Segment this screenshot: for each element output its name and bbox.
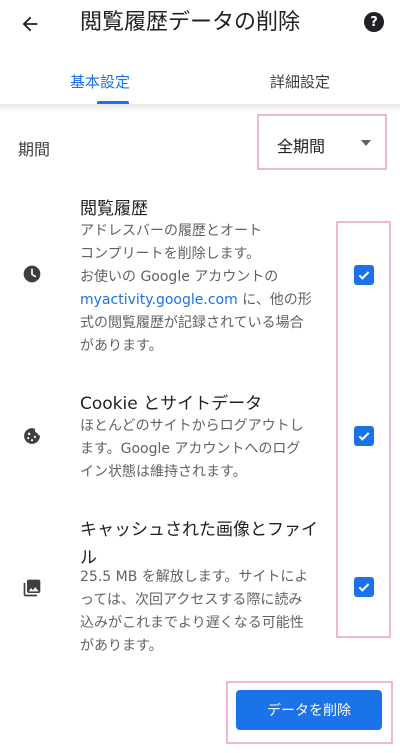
desc-line: 25.5 MB を解放します。サイトによ [80,569,309,585]
desc-line: があります。 [80,638,163,654]
cache-description: 25.5 MB を解放します。サイトによ っては、次回アクセスする際に読み 込み… [80,566,332,658]
back-button[interactable] [16,10,44,38]
desc-line: お使いの Google アカウントの [80,269,279,285]
cookie-icon [22,426,42,446]
desc-line: ます。Google アカウントへのログ [80,441,301,457]
cookies-description: ほとんどのサイトからログアウトし ます。Google アカウントへのログ イン状… [80,415,332,484]
cache-title-line: キャッシュされた画像とファイ [80,520,318,540]
checkbox-highlight-frame [336,221,391,638]
tab-advanced-label: 詳細設定 [269,72,330,91]
desc-line: イン状態は維持されます。 [80,464,247,480]
app-bar: 閲覧履歴データの削除 ? [0,0,400,46]
clock-icon [22,264,42,284]
tab-basic[interactable]: 基本設定 [0,58,200,104]
tab-bar-shadow [0,104,400,112]
desc-line: コンプリートを削除します。 [80,246,261,262]
tab-advanced[interactable]: 詳細設定 [200,58,400,104]
desc-line: っては、次回アクセスする際に読み [80,592,303,608]
tab-bar: 基本設定 詳細設定 [0,58,400,104]
desc-line: 式の閲覧履歴が記録されている場合 [80,315,304,331]
page-title: 閲覧履歴データの削除 [80,10,301,35]
clear-data-button[interactable]: データを削除 [236,690,382,730]
desc-line: ほとんどのサイトからログアウトし [80,418,304,434]
desc-line: 込みがこれまでより遅くなる可能性 [80,615,304,631]
browsing-history-title: 閲覧履歴 [80,199,148,219]
time-range-label: 期間 [18,140,51,159]
desc-line: があります。 [80,338,163,354]
time-range-dropdown[interactable]: 全期間 [257,114,387,170]
myactivity-link[interactable]: myactivity.google.com [80,292,238,308]
dropdown-arrow-icon [361,140,371,146]
image-icon [22,578,42,598]
cookies-title: Cookie とサイトデータ [80,394,263,414]
desc-line: アドレスバーの履歴とオート [80,223,262,239]
desc-text: に、他の形 [237,292,312,308]
help-glyph: ? [370,14,378,30]
browsing-history-description: アドレスバーの履歴とオート コンプリートを削除します。 お使いの Google … [80,220,332,358]
desc-line: myactivity.google.com に、他の形 [80,289,332,312]
arrow-left-icon [22,16,38,32]
time-range-value: 全期間 [277,137,326,156]
cache-title: キャッシュされた画像とファイ ル [80,518,318,570]
help-icon[interactable]: ? [364,12,384,32]
tab-basic-label: 基本設定 [69,72,130,91]
